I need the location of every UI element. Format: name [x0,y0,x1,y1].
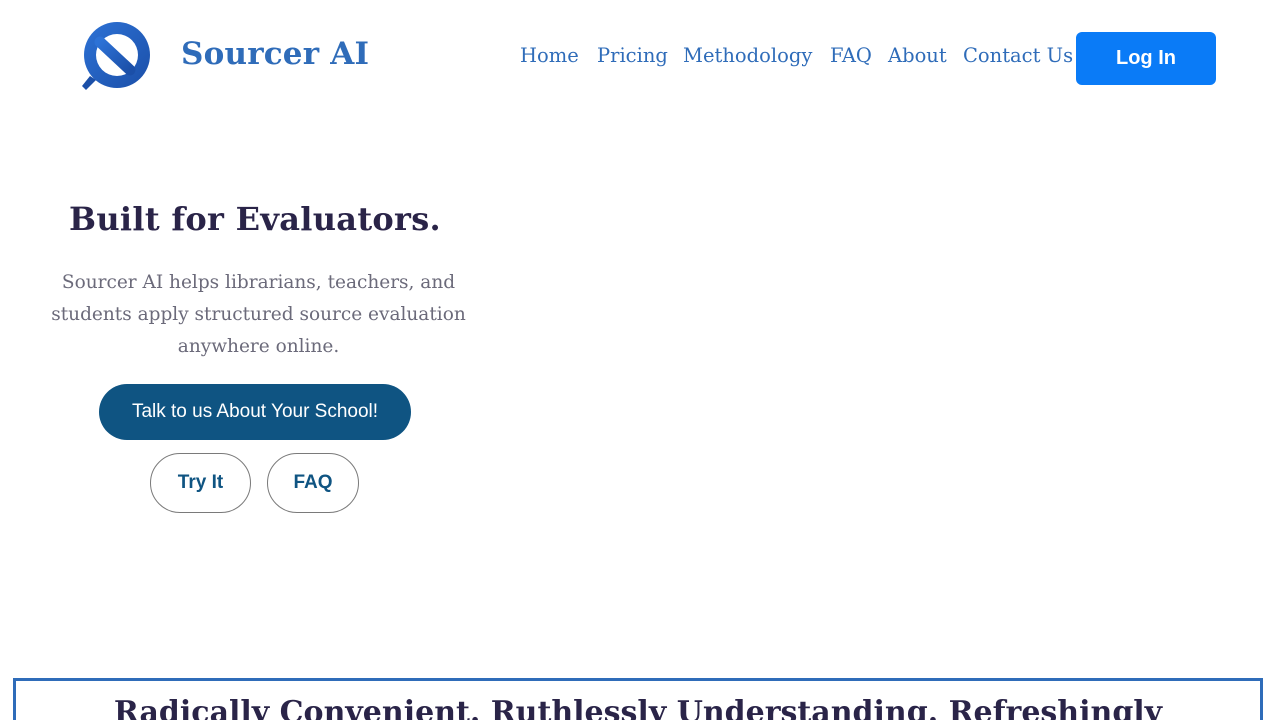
login-button[interactable]: Log In [1076,32,1216,85]
nav-contact-us[interactable]: Contact Us [963,44,1073,67]
logo-icon[interactable] [80,20,152,92]
tagline-banner: Radically Convenient. Ruthlessly Underst… [13,678,1263,720]
nav-about[interactable]: About [888,44,947,67]
page: Sourcer AI Home Pricing Methodology FAQ … [0,0,1280,720]
hero-title: Built for Evaluators. [69,200,441,238]
nav-pricing[interactable]: Pricing [597,44,668,67]
nav-home[interactable]: Home [520,44,579,67]
nav-faq[interactable]: FAQ [830,44,872,67]
brand-name[interactable]: Sourcer AI [181,36,369,72]
faq-button[interactable]: FAQ [267,453,359,513]
nav-methodology[interactable]: Methodology [683,44,812,67]
hero-subtitle: Sourcer AI helps librarians, teachers, a… [51,272,466,357]
talk-to-us-button[interactable]: Talk to us About Your School! [99,384,411,440]
banner-text: Radically Convenient. Ruthlessly Underst… [113,695,1163,720]
try-it-button[interactable]: Try It [150,453,251,513]
